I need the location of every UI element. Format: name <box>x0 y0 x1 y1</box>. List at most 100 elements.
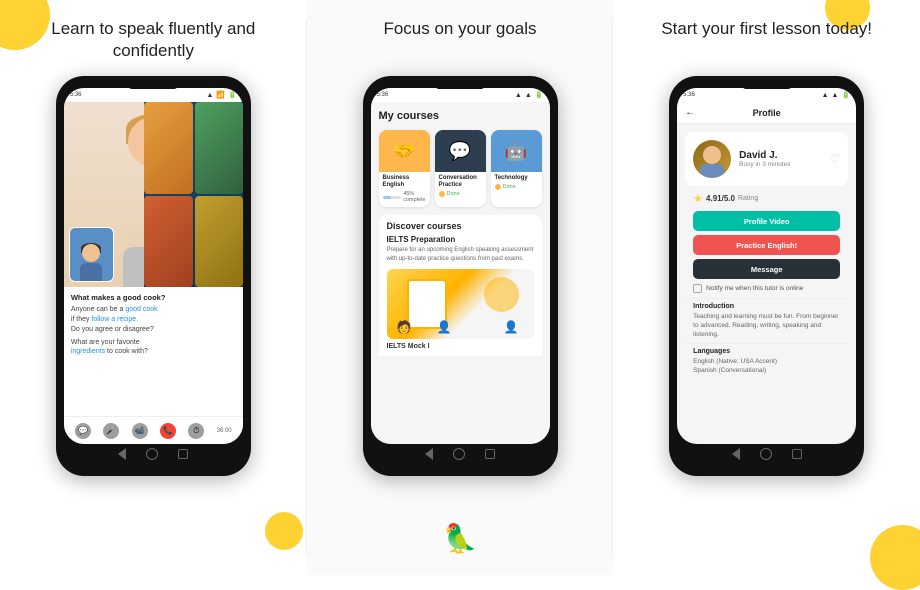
col-3-title: Start your first lesson today! <box>661 18 872 62</box>
status-time-3: 5:36 <box>683 92 695 98</box>
avatar-body <box>700 164 724 178</box>
practice-btn[interactable]: Practice English! <box>693 235 840 255</box>
phone-nav-3 <box>677 444 856 464</box>
wifi-icon-1: ▲ <box>206 92 213 99</box>
nav-back-3[interactable] <box>732 448 740 460</box>
nav-home[interactable] <box>146 448 158 460</box>
discover-sub-label: IELTS Mock I <box>387 343 534 350</box>
course-card-2[interactable]: 💬 Conversation Practice Done <box>435 130 486 207</box>
call-controls: 💬 🎤 📹 📞 ⏱ 36:00 <box>64 416 243 444</box>
rating-label: Rating <box>738 195 758 202</box>
course-info-3: Technology Done <box>491 172 542 194</box>
courses-screen: My courses 🤝 Business English <box>371 102 550 444</box>
chat-text-2: What are your favorite ingredients to co… <box>71 338 236 358</box>
phone-3-notch <box>742 81 792 89</box>
heart-icon[interactable]: ♡ <box>829 152 840 166</box>
toucan-decoration: 🦜 <box>443 522 478 555</box>
nav-recents-3[interactable] <box>792 449 802 459</box>
languages-section: Languages English (Native; USA Accent)Sp… <box>685 343 848 379</box>
phone-2-notch <box>435 81 485 89</box>
status-bar-2: 5:36 ▲ ▲ 🔋 <box>371 88 550 102</box>
courses-title: My courses <box>379 110 542 122</box>
food-item-1 <box>144 102 192 194</box>
video-btn[interactable]: 📹 <box>132 423 148 439</box>
phone-nav-1 <box>64 444 243 464</box>
course-card-3[interactable]: 🤖 Technology Done <box>491 130 542 207</box>
phone-2: 5:36 ▲ ▲ 🔋 My courses 🤝 <box>363 76 558 476</box>
wifi-icon-2: ▲ <box>515 92 522 99</box>
battery-icon-2: 🔋 <box>535 91 544 99</box>
course-name-3: Technology <box>495 175 538 182</box>
nav-home-2[interactable] <box>453 448 465 460</box>
battery-icon-3: 🔋 <box>841 91 850 99</box>
back-button[interactable]: ← <box>685 107 695 118</box>
profile-header-bar: ← Profile <box>677 102 856 124</box>
chat-link-2: follow a recipe. <box>91 316 138 323</box>
nav-recents-2[interactable] <box>485 449 495 459</box>
signal-icon-1: 📶 <box>216 91 225 99</box>
profile-header-title: Profile <box>753 108 781 118</box>
battery-icon-1: 🔋 <box>228 91 237 99</box>
progress-label-1: 45% complete <box>403 191 425 203</box>
nav-back-2[interactable] <box>425 448 433 460</box>
phone-3: 5:36 ▲ ▲ 🔋 ← Profile <box>669 76 864 476</box>
profile-top-card: David J. Busy in 3 minutes ♡ <box>685 132 848 186</box>
course-img-3: 🤖 <box>491 130 542 172</box>
nav-recents[interactable] <box>178 449 188 459</box>
phone-2-screen: 5:36 ▲ ▲ 🔋 My courses 🤝 <box>371 88 550 444</box>
avatar-face <box>703 146 721 164</box>
done-dot-3 <box>495 184 501 190</box>
wifi-icon-3: ▲ <box>822 92 829 99</box>
phone-3-screen: 5:36 ▲ ▲ 🔋 ← Profile <box>677 88 856 444</box>
course-info-1: Business English 45% complete <box>379 172 430 207</box>
food-item-4 <box>195 196 243 288</box>
discover-section: Discover courses IELTS Preparation Prepa… <box>379 215 542 356</box>
done-label-3: Done <box>503 184 516 190</box>
stick-figure-1: 🧑 <box>397 320 412 334</box>
clock-btn[interactable]: ⏱ <box>188 423 204 439</box>
food-background <box>144 102 242 287</box>
status-bar-1: 5:36 ▲ 📶 🔋 <box>64 88 243 102</box>
chat-link-1: good cook <box>125 306 157 313</box>
end-call-btn[interactable]: 📞 <box>160 423 176 439</box>
notify-label: Notify me when this tutor is online <box>706 285 803 292</box>
profile-status: Busy in 3 minutes <box>739 161 821 168</box>
phone-1-screen: 5:36 ▲ 📶 🔋 <box>64 88 243 444</box>
rating-row: ★ 4.91/5.0 Rating <box>685 192 848 205</box>
progress-bar-inner-1 <box>383 196 391 199</box>
food-item-2 <box>195 102 243 194</box>
main-layout: Learn to speak fluently and confidently … <box>0 0 920 575</box>
progress-bar-outer-1 <box>383 196 402 199</box>
phone-1-notch <box>128 81 178 89</box>
man-body <box>80 263 102 281</box>
languages-label: Languages <box>693 348 840 355</box>
course-name-1: Business English <box>383 175 426 189</box>
discover-illustration: 🧑 👤 👤 <box>387 269 534 339</box>
food-items-grid <box>144 102 242 287</box>
chat-btn[interactable]: 💬 <box>75 423 91 439</box>
col-1: Learn to speak fluently and confidently … <box>0 0 307 575</box>
nav-back[interactable] <box>118 448 126 460</box>
done-badge-2: Done <box>439 191 482 197</box>
col-1-title: Learn to speak fluently and confidently <box>10 18 297 62</box>
course-card-1[interactable]: 🤝 Business English 45% complete <box>379 130 430 207</box>
stick-figure-2: 👤 <box>437 320 452 334</box>
profile-video-btn[interactable]: Profile Video <box>693 211 840 231</box>
avatar <box>693 140 731 178</box>
notify-checkbox[interactable] <box>693 284 702 293</box>
intro-section: Introduction Teaching and learning must … <box>685 298 848 343</box>
star-icon: ★ <box>693 192 703 205</box>
chat-question: What makes a good cook? <box>71 293 236 302</box>
stick-figure-3: 👤 <box>504 320 519 334</box>
phone-nav-2 <box>371 444 550 464</box>
mic-btn[interactable]: 🎤 <box>103 423 119 439</box>
message-btn[interactable]: Message <box>693 259 840 279</box>
profile-name: David J. <box>739 150 821 161</box>
col-3: Start your first lesson today! 5:36 ▲ ▲ … <box>613 0 920 575</box>
action-buttons: Profile Video Practice English! Message <box>685 211 848 279</box>
video-top <box>64 102 243 287</box>
course-img-1: 🤝 <box>379 130 430 172</box>
nav-home-3[interactable] <box>760 448 772 460</box>
chat-text-1: Anyone can be a good cook if they follow… <box>71 305 236 334</box>
chat-section: What makes a good cook? Anyone can be a … <box>64 287 243 416</box>
